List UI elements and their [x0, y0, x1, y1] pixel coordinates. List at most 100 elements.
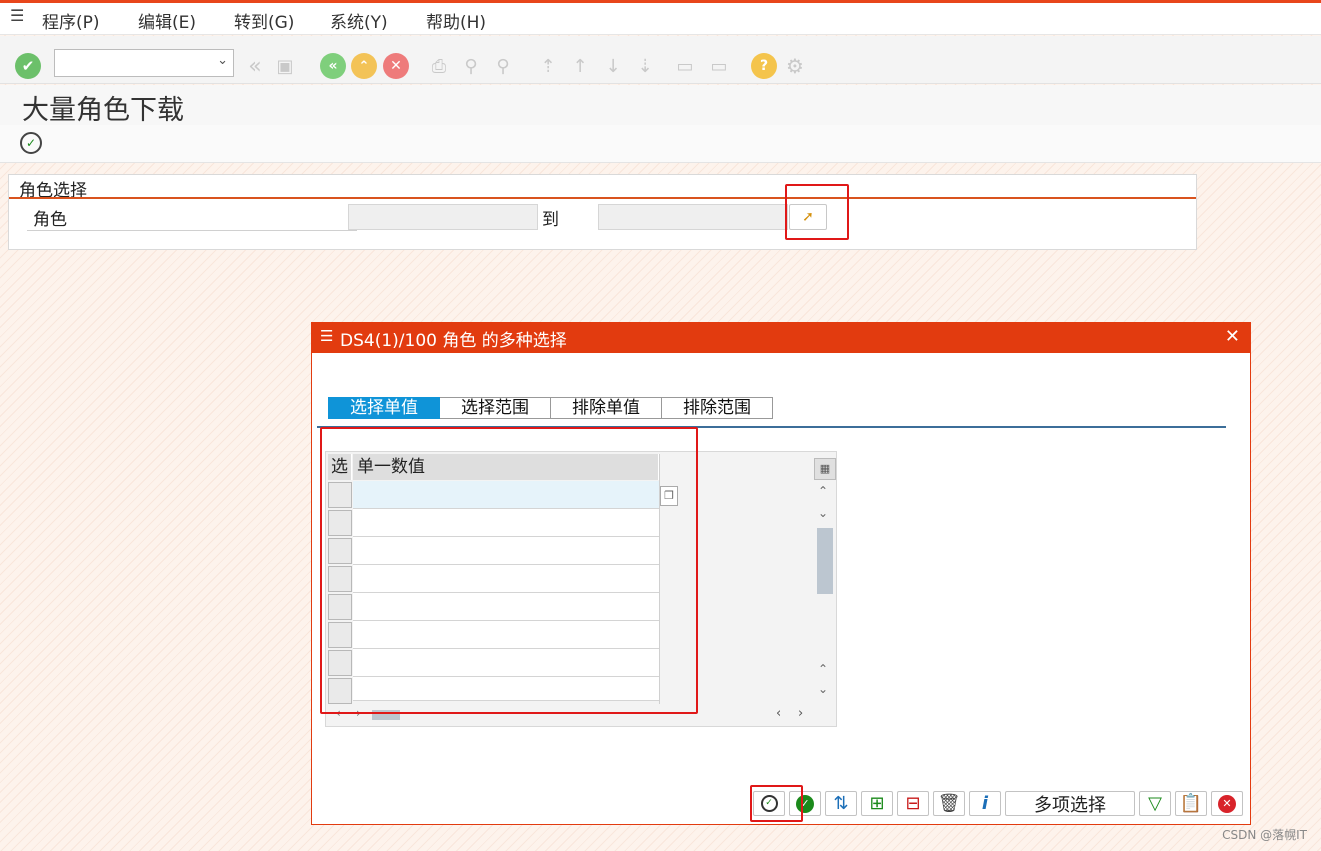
command-field[interactable]: ⌄ — [54, 49, 234, 77]
new-session-icon[interactable]: ▭ — [672, 53, 698, 79]
delete-all-button[interactable]: 🗑 — [933, 791, 965, 816]
cancel-button[interactable]: ✕ — [1211, 791, 1243, 816]
role-to-input[interactable] — [598, 204, 788, 230]
menu-goto[interactable]: 转到(G) — [234, 8, 294, 33]
scroll-up-icon[interactable]: ⌃ — [818, 484, 828, 498]
check-entries-button[interactable]: ✓ — [789, 791, 821, 816]
tab-strip-underline — [317, 426, 1226, 428]
multiple-selection-button[interactable]: ➚ — [789, 204, 827, 230]
value-cell[interactable] — [353, 649, 659, 677]
label-underline — [27, 230, 357, 231]
vertical-scrollbar[interactable]: ▦ ⌃ ⌄ ⌃ ⌄ — [814, 454, 836, 702]
group-title-underline — [9, 197, 1196, 199]
sort-button[interactable]: ⇅ — [825, 791, 857, 816]
row-selector[interactable] — [328, 566, 352, 592]
clipboard-button[interactable]: 📋 — [1175, 791, 1207, 816]
hscroll-thumb[interactable] — [372, 710, 400, 720]
value-cell[interactable] — [353, 621, 659, 649]
value-cell[interactable] — [353, 565, 659, 593]
page-title: 大量角色下载 — [22, 95, 184, 126]
sort-icon: ⇅ — [833, 793, 849, 814]
delete-row-icon: ⊟ — [905, 793, 921, 814]
next-page-icon[interactable]: ↓ — [600, 53, 626, 79]
scroll-bottom-icon[interactable]: ⌄ — [818, 682, 828, 696]
value-cell[interactable] — [353, 509, 659, 537]
multiple-selection-icon: ➚ — [802, 209, 814, 225]
dialog-title: DS4(1)/100 角色 的多种选择 — [340, 331, 567, 351]
first-page-icon[interactable]: ⇡ — [535, 53, 561, 79]
scroll-thumb[interactable] — [817, 528, 833, 594]
save-icon[interactable]: ▣ — [272, 53, 298, 79]
insert-row-button[interactable]: ⊞ — [861, 791, 893, 816]
page-left-icon[interactable]: ‹ — [776, 706, 781, 721]
horizontal-scrollbar[interactable]: ‹ › ‹ › — [328, 706, 816, 724]
menu-system[interactable]: 系统(Y) — [330, 8, 388, 33]
scroll-down-icon[interactable]: ⌄ — [818, 506, 828, 520]
enter-icon[interactable]: ✔ — [15, 53, 41, 79]
role-from-input[interactable] — [348, 204, 538, 230]
dialog-title-bar: ☰ DS4(1)/100 角色 的多种选择 ✕ — [312, 323, 1250, 353]
copy-execute-button[interactable]: ✓ — [753, 791, 785, 816]
find-next-icon[interactable]: ⚲ — [490, 53, 516, 79]
row-selector[interactable] — [328, 510, 352, 536]
find-icon[interactable]: ⚲ — [458, 53, 484, 79]
menu-bar: ☰ 程序(P) 编辑(E) 转到(G) 系统(Y) 帮助(H) — [0, 3, 1321, 35]
insert-row-icon: ⊞ — [869, 793, 885, 814]
values-table: 选 单一数值 ❐ ▦ ⌃ ⌄ ⌃ ⌄ ‹ › ‹ › — [325, 451, 837, 727]
chevron-down-icon[interactable]: ⌄ — [217, 53, 228, 68]
title-bar: 大量角色下载 — [0, 85, 1321, 126]
row-selector[interactable] — [328, 622, 352, 648]
row-selector[interactable] — [328, 594, 352, 620]
value-cell[interactable] — [353, 593, 659, 621]
row-selector[interactable] — [328, 482, 352, 508]
to-label: 到 — [542, 210, 559, 230]
menu-edit[interactable]: 编辑(E) — [138, 8, 196, 33]
row-selector[interactable] — [328, 650, 352, 676]
tab-exclude-range[interactable]: 排除范围 — [662, 397, 773, 419]
row-selector[interactable] — [328, 678, 352, 704]
application-toolbar: ✓ — [0, 125, 1321, 163]
column-header-single-value[interactable]: 单一数值 — [353, 454, 659, 480]
scroll-left-icon[interactable]: ‹ — [336, 706, 341, 720]
table-settings-icon[interactable]: ▦ — [814, 458, 836, 480]
close-icon[interactable]: ✕ — [1225, 326, 1240, 347]
value-cell[interactable] — [353, 481, 659, 509]
tab-select-range[interactable]: 选择范围 — [440, 397, 551, 419]
shortcut-icon[interactable]: ▭ — [706, 53, 732, 79]
info-button[interactable]: i — [969, 791, 1001, 816]
info-icon: i — [981, 793, 989, 814]
execute-icon[interactable]: ✓ — [20, 132, 42, 154]
role-selection-group: 角色选择 角色 到 ➚ — [8, 174, 1197, 250]
back-icon[interactable]: « — [242, 53, 268, 79]
print-icon[interactable]: ⎙ — [426, 53, 452, 79]
page-right-icon[interactable]: › — [798, 706, 803, 721]
prev-page-icon[interactable]: ↑ — [567, 53, 593, 79]
help-icon[interactable]: ? — [751, 53, 777, 79]
import-text-button[interactable]: ▽ — [1139, 791, 1171, 816]
scroll-top-icon[interactable]: ⌃ — [818, 662, 828, 676]
column-header-select[interactable]: 选 — [328, 454, 352, 480]
filter-icon: ▽ — [1148, 793, 1162, 814]
cancel-icon[interactable]: ✕ — [383, 53, 409, 79]
value-cell[interactable] — [353, 537, 659, 565]
multi-select-button[interactable]: 多项选择 — [1005, 791, 1135, 816]
back-circle-icon[interactable]: « — [320, 53, 346, 79]
tab-exclude-single[interactable]: 排除单值 — [551, 397, 662, 419]
dialog-menu-icon[interactable]: ☰ — [320, 327, 333, 345]
tab-select-single[interactable]: 选择单值 — [328, 397, 440, 419]
trash-icon: 🗑 — [937, 793, 961, 814]
menu-icon[interactable]: ☰ — [10, 6, 24, 25]
delete-row-button[interactable]: ⊟ — [897, 791, 929, 816]
value-cell[interactable] — [353, 677, 659, 701]
watermark: CSDN @落幌IT — [1222, 828, 1307, 842]
scroll-right-icon[interactable]: › — [356, 706, 361, 720]
row-selector[interactable] — [328, 538, 352, 564]
menu-help[interactable]: 帮助(H) — [426, 8, 486, 33]
last-page-icon[interactable]: ⇣ — [632, 53, 658, 79]
settings-icon[interactable]: ⚙ — [782, 53, 808, 79]
menu-program[interactable]: 程序(P) — [42, 8, 100, 33]
dialog-tabs: 选择单值 选择范围 排除单值 排除范围 — [328, 397, 773, 419]
up-icon[interactable]: ⌃ — [351, 53, 377, 79]
standard-toolbar: ✔ ⌄ « ▣ « ⌃ ✕ ⎙ ⚲ ⚲ ⇡ ↑ ↓ ⇣ ▭ ▭ ? ⚙ — [0, 36, 1321, 84]
value-help-icon[interactable]: ❐ — [660, 486, 678, 506]
